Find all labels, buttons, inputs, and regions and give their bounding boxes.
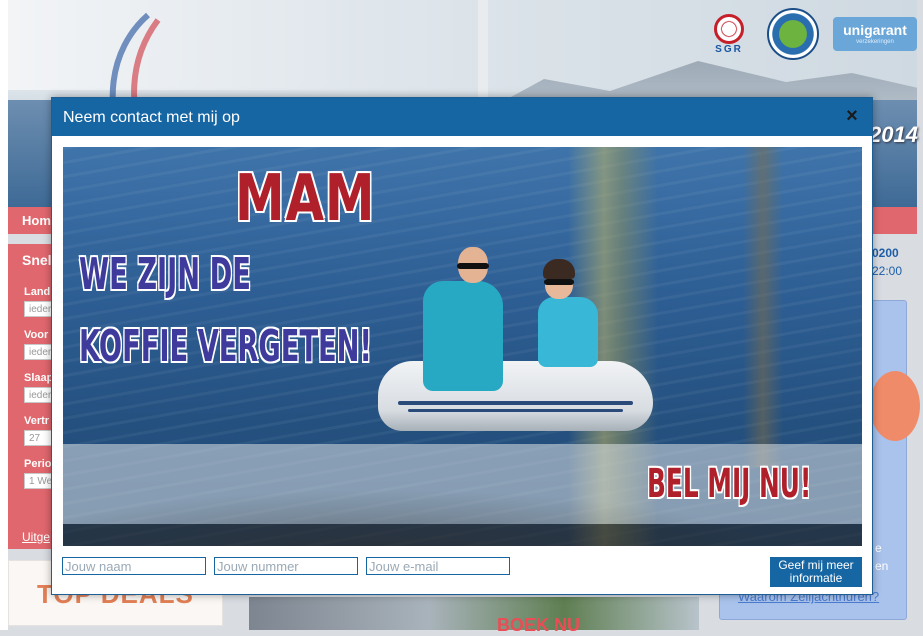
sunglasses-icon	[457, 263, 489, 269]
email-input[interactable]	[366, 557, 510, 575]
page-left-margin	[0, 0, 8, 630]
sgr-logo-text: SGR	[715, 43, 743, 55]
submit-button[interactable]: Geef mij meer informatie	[770, 557, 862, 587]
dinghy-stripe	[398, 401, 633, 405]
modal-title: Neem contact met mij op	[63, 109, 240, 126]
sunglasses-icon	[544, 279, 574, 285]
person-father	[423, 247, 503, 397]
dinghy-hull	[378, 361, 653, 431]
promo-side-text: en	[875, 559, 889, 573]
dinghy-boat	[378, 351, 658, 436]
contact-phone: 0200	[872, 246, 899, 260]
trust-logos: SGR unigarant verzekeringen	[705, 8, 917, 60]
unigarant-logo: unigarant verzekeringen	[833, 17, 917, 51]
garantie-seal	[767, 8, 819, 60]
advanced-search-link[interactable]: Uitge	[22, 530, 50, 544]
boek-nu-text: BOEK NU	[497, 615, 581, 635]
promo-cta-text: BEL MIJ NU!	[647, 461, 812, 507]
close-icon[interactable]: ×	[842, 106, 862, 126]
quick-search-title: Snel	[22, 252, 52, 268]
person-son	[533, 259, 603, 379]
name-input[interactable]	[62, 557, 206, 575]
unigarant-logo-text: unigarant	[843, 22, 907, 38]
person-body	[538, 297, 598, 367]
contact-modal: Neem contact met mij op × MAM WE ZIJN DE…	[51, 97, 873, 595]
promo-line-2: KOFFIE VERGETEN!	[79, 321, 372, 372]
unigarant-logo-subtext: verzekeringen	[856, 39, 894, 45]
boek-nu-banner[interactable]: BOEK NU	[249, 597, 699, 635]
promo-bottom-band	[63, 524, 862, 546]
phone-input[interactable]	[214, 557, 358, 575]
promo-headline: MAM	[235, 162, 376, 236]
contact-hours: 22:00	[872, 264, 903, 278]
promo-burst-icon	[870, 371, 920, 441]
dinghy-stripe	[408, 409, 623, 412]
person-hair	[543, 259, 575, 279]
hero-year: 2014	[869, 122, 918, 147]
modal-header: Neem contact met mij op ×	[52, 98, 872, 136]
promo-line-1: WE ZIJN DE	[79, 249, 251, 300]
promo-foreground-blur	[743, 147, 783, 467]
sgr-logo: SGR	[705, 12, 753, 56]
person-body	[423, 281, 503, 391]
sgr-globe-icon	[714, 13, 744, 44]
promo-side-text: e	[875, 541, 882, 555]
promo-image: MAM WE ZIJN DE KOFFIE VERGETEN! BEL MIJ …	[63, 147, 862, 546]
